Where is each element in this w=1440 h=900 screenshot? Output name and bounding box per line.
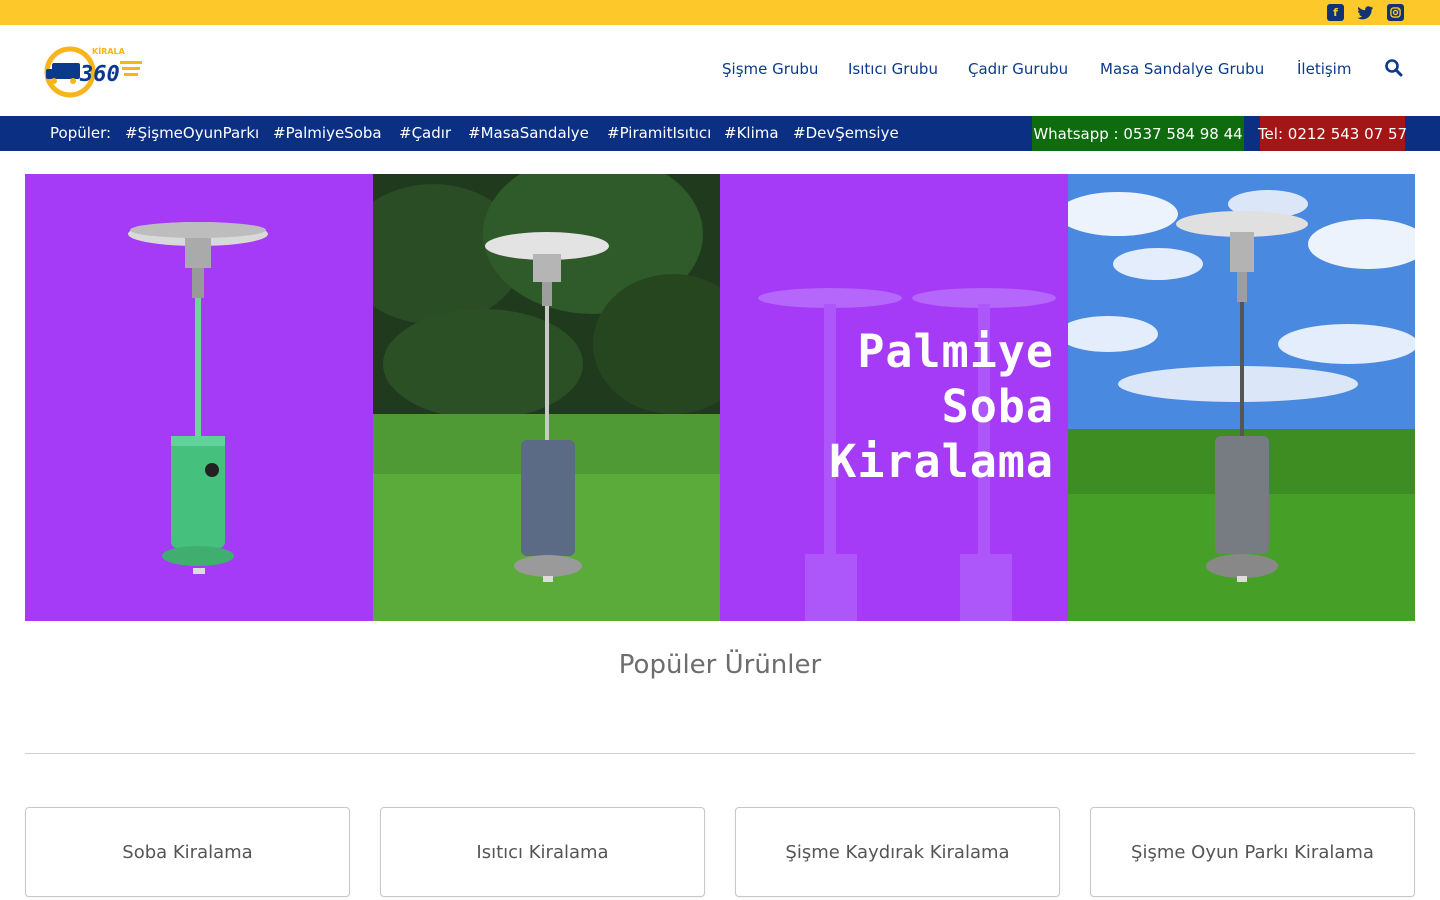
banner-panel-sky-heater bbox=[1068, 174, 1415, 621]
whatsapp-button[interactable]: Whatsapp : 0537 584 98 44 bbox=[1032, 116, 1244, 151]
instagram-icon[interactable] bbox=[1387, 4, 1404, 21]
product-card-soba[interactable]: Soba Kiralama bbox=[25, 807, 350, 897]
top-bar: f bbox=[0, 0, 1440, 25]
tag-link[interactable]: #MasaSandalye bbox=[468, 124, 589, 142]
tag-link[interactable]: #Klima bbox=[724, 124, 779, 142]
nav-iletisim[interactable]: İletişim bbox=[1297, 60, 1351, 78]
search-icon[interactable] bbox=[1384, 58, 1404, 78]
banner-title-line1: Palmiye Soba bbox=[857, 325, 1054, 433]
product-card-kaydirak[interactable]: Şişme Kaydırak Kiralama bbox=[735, 807, 1060, 897]
logo-small-text: KİRALA bbox=[92, 46, 126, 56]
nav-masa-sandalye-grubu[interactable]: Masa Sandalye Grubu bbox=[1100, 60, 1264, 78]
site-header: 360 KİRALA Şişme Grubu Isıtıcı Grubu Çad… bbox=[0, 25, 1440, 116]
banner-panel-title: Palmiye Soba Kiralama bbox=[720, 174, 1068, 621]
facebook-icon[interactable]: f bbox=[1327, 4, 1344, 21]
logo-number: 360 bbox=[79, 62, 120, 87]
banner-panel-green-heater bbox=[25, 174, 373, 621]
nav-cadir-gurubu[interactable]: Çadır Gurubu bbox=[968, 60, 1068, 78]
section-divider bbox=[25, 753, 1415, 754]
card-label: Şişme Kaydırak Kiralama bbox=[785, 841, 1010, 863]
tag-link[interactable]: #PiramitIsıtıcı bbox=[607, 124, 711, 142]
patio-heater-image bbox=[1068, 174, 1415, 621]
twitter-icon[interactable] bbox=[1357, 4, 1374, 21]
product-card-oyun-parki[interactable]: Şişme Oyun Parkı Kiralama bbox=[1090, 807, 1415, 897]
tag-link[interactable]: #ŞişmeOyunParkı bbox=[125, 124, 259, 142]
banner-title: Palmiye Soba Kiralama bbox=[720, 324, 1054, 489]
card-label: Şişme Oyun Parkı Kiralama bbox=[1131, 841, 1374, 863]
tag-link[interactable]: #Çadır bbox=[399, 124, 451, 142]
product-card-isitici[interactable]: Isıtıcı Kiralama bbox=[380, 807, 705, 897]
tag-link[interactable]: #PalmiyeSoba bbox=[273, 124, 382, 142]
card-label: Soba Kiralama bbox=[122, 841, 253, 863]
patio-heater-image bbox=[373, 174, 720, 621]
tel-button[interactable]: Tel: 0212 543 07 57 bbox=[1258, 116, 1407, 151]
patio-heater-image bbox=[128, 222, 268, 574]
banner-title-line2: Kiralama bbox=[829, 435, 1054, 488]
hero-banner[interactable]: Palmiye Soba Kiralama bbox=[25, 174, 1415, 621]
nav-isitici-grubu[interactable]: Isıtıcı Grubu bbox=[848, 60, 938, 78]
popular-label: Popüler: bbox=[50, 124, 112, 142]
site-logo[interactable]: 360 KİRALA bbox=[40, 41, 150, 101]
section-title: Popüler Ürünler bbox=[618, 650, 822, 680]
card-label: Isıtıcı Kiralama bbox=[476, 841, 609, 863]
tag-link[interactable]: #DevŞemsiye bbox=[793, 124, 899, 142]
nav-sisme-grubu[interactable]: Şişme Grubu bbox=[722, 60, 818, 78]
banner-panel-forest-heater bbox=[373, 174, 720, 621]
